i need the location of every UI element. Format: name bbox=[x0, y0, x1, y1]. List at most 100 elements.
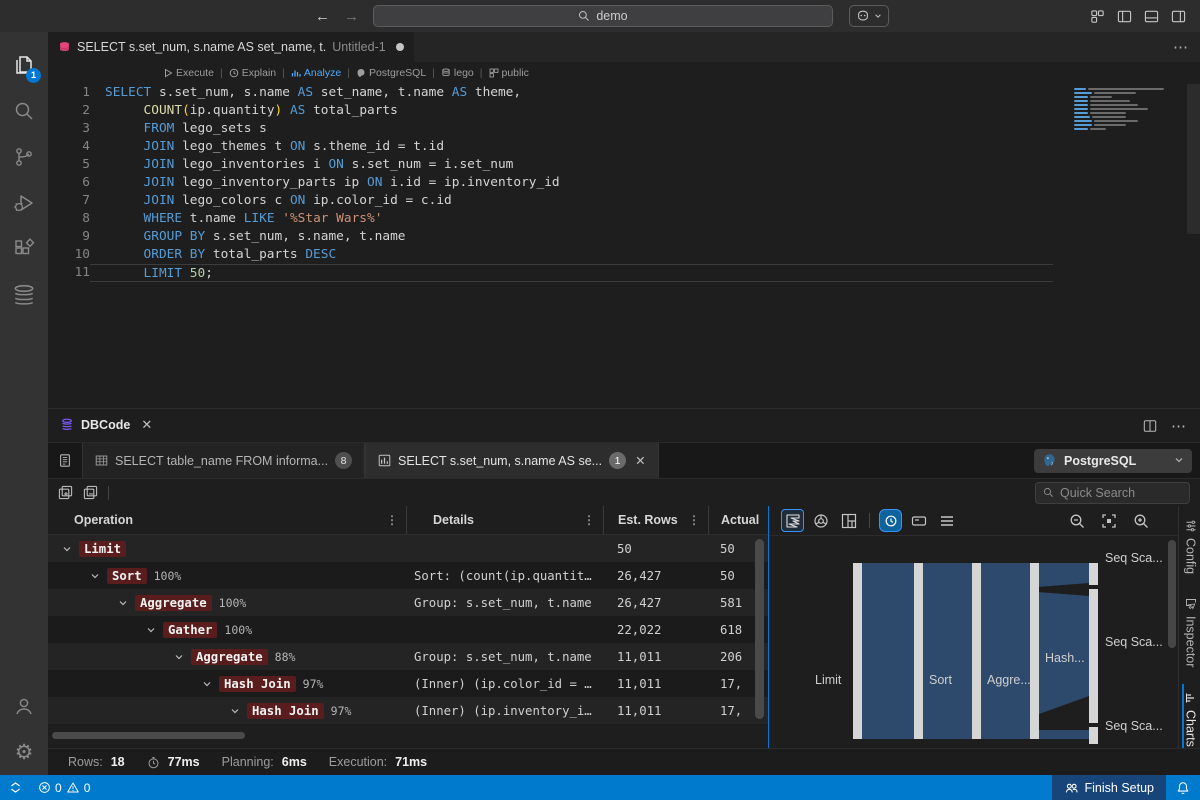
connection-select[interactable]: PostgreSQL bbox=[1034, 449, 1192, 473]
expand-all-icon[interactable] bbox=[58, 485, 73, 500]
quick-search-box[interactable] bbox=[1035, 482, 1190, 504]
minimap[interactable] bbox=[1074, 88, 1184, 132]
chevron-down-icon[interactable] bbox=[90, 571, 100, 581]
modified-dot-icon[interactable] bbox=[396, 43, 404, 51]
column-est-rows[interactable]: Est. Rows⋮ bbox=[603, 506, 708, 534]
editor-actions-more-icon[interactable]: ⋯ bbox=[1173, 32, 1200, 62]
remote-indicator-icon[interactable] bbox=[0, 775, 31, 800]
database-sidebar-icon[interactable] bbox=[0, 272, 48, 318]
toolbar-item-postgresql[interactable]: PostgreSQL bbox=[356, 67, 426, 79]
code-line-6[interactable]: 6 JOIN lego_inventory_parts ip ON i.id =… bbox=[48, 174, 1200, 192]
chart-vertical-scrollbar[interactable] bbox=[1168, 540, 1176, 648]
chevron-down-icon[interactable] bbox=[118, 598, 128, 608]
query-tab-1[interactable]: SELECT table_name FROM informa... 8 bbox=[82, 443, 365, 478]
plan-row-hash-join[interactable]: Hash Join97%(Inner) (ip.color_id = …11,0… bbox=[48, 670, 768, 697]
toolbar-item-analyze[interactable]: Analyze bbox=[291, 67, 341, 79]
line-number: 5 bbox=[48, 156, 90, 174]
zoom-fit-icon[interactable] bbox=[1097, 509, 1120, 532]
chevron-down-icon[interactable] bbox=[174, 652, 184, 662]
config-sliders-icon bbox=[1185, 520, 1197, 532]
editor-scrollbar[interactable] bbox=[1187, 84, 1200, 234]
notebook-icon[interactable] bbox=[48, 443, 82, 478]
column-menu-icon[interactable]: ⋮ bbox=[583, 513, 595, 527]
line-number: 2 bbox=[48, 102, 90, 120]
code-line-9[interactable]: 9 GROUP BY s.set_num, s.name, t.name bbox=[48, 228, 1200, 246]
list-view-icon[interactable] bbox=[935, 509, 958, 532]
column-menu-icon[interactable]: ⋮ bbox=[688, 513, 700, 527]
toggle-panel-icon[interactable] bbox=[1144, 9, 1159, 24]
operation-percent: 100% bbox=[154, 569, 182, 583]
explorer-icon[interactable]: 1 bbox=[0, 42, 48, 88]
chevron-down-icon[interactable] bbox=[62, 544, 72, 554]
code-line-5[interactable]: 5 JOIN lego_inventories i ON s.set_num =… bbox=[48, 156, 1200, 174]
query-tab-2-close-icon[interactable]: ✕ bbox=[635, 453, 645, 468]
panel-close-icon[interactable]: ✕ bbox=[141, 417, 152, 433]
column-operation[interactable]: Operation⋮ bbox=[48, 506, 406, 534]
column-actual[interactable]: Actual bbox=[708, 506, 768, 534]
chevron-down-icon[interactable] bbox=[230, 706, 240, 716]
command-center-search[interactable]: demo bbox=[373, 5, 833, 27]
editor-tab[interactable]: SELECT s.set_num, s.name AS set_name, t.… bbox=[48, 32, 414, 62]
finish-setup-button[interactable]: Finish Setup bbox=[1052, 775, 1166, 800]
toggle-primary-sidebar-icon[interactable] bbox=[1117, 9, 1132, 24]
notifications-bell-icon[interactable] bbox=[1166, 775, 1200, 800]
zoom-out-icon[interactable] bbox=[1065, 509, 1088, 532]
flame-chart-icon[interactable] bbox=[781, 509, 804, 532]
result-status-row: Rows: 18 77ms Planning: 6ms Execution: 7… bbox=[48, 748, 1200, 775]
toolbar-item-public[interactable]: public bbox=[489, 67, 529, 79]
operation-name: Aggregate bbox=[135, 595, 212, 611]
table-horizontal-scrollbar[interactable] bbox=[52, 732, 245, 739]
account-icon[interactable] bbox=[0, 683, 48, 729]
problems-indicator[interactable]: 0 0 bbox=[31, 775, 97, 800]
toggle-secondary-sidebar-icon[interactable] bbox=[1171, 9, 1186, 24]
time-mode-icon[interactable] bbox=[879, 509, 902, 532]
rail-tab-inspector[interactable]: Inspector bbox=[1182, 590, 1198, 675]
extensions-icon[interactable] bbox=[0, 226, 48, 272]
query-tab-2[interactable]: SELECT s.set_num, s.name AS se... 1 ✕ bbox=[365, 443, 659, 478]
code-line-7[interactable]: 7 JOIN lego_colors c ON ip.color_id = c.… bbox=[48, 192, 1200, 210]
toolbar-item-explain[interactable]: Explain bbox=[229, 67, 276, 79]
customize-layout-icon[interactable] bbox=[1090, 9, 1105, 24]
plan-row-gather[interactable]: Gather100%22,022618 bbox=[48, 616, 768, 643]
column-details[interactable]: Details⋮ bbox=[406, 506, 603, 534]
collapse-all-icon[interactable] bbox=[83, 485, 98, 500]
run-debug-icon[interactable] bbox=[0, 180, 48, 226]
back-arrow-icon[interactable]: ← bbox=[315, 8, 330, 25]
column-menu-icon[interactable]: ⋮ bbox=[386, 513, 398, 527]
toolbar-item-execute[interactable]: Execute bbox=[163, 67, 214, 79]
panel-more-icon[interactable]: ⋯ bbox=[1171, 417, 1186, 435]
settings-gear-icon[interactable]: ⚙ bbox=[0, 729, 48, 775]
plan-row-hash-join[interactable]: Hash Join97%(Inner) (ip.inventory_i…11,0… bbox=[48, 697, 768, 724]
zoom-in-icon[interactable] bbox=[1129, 509, 1152, 532]
plan-row-aggregate[interactable]: Aggregate88%Group: s.set_num, t.name11,0… bbox=[48, 643, 768, 670]
forward-arrow-icon[interactable]: → bbox=[344, 8, 359, 25]
code-line-1[interactable]: 1SELECT s.set_num, s.name AS set_name, t… bbox=[48, 84, 1200, 102]
copilot-menu-button[interactable] bbox=[849, 5, 889, 27]
code-line-8[interactable]: 8 WHERE t.name LIKE '%Star Wars%' bbox=[48, 210, 1200, 228]
plan-row-aggregate[interactable]: Aggregate100%Group: s.set_num, t.name26,… bbox=[48, 589, 768, 616]
code-line-11[interactable]: 11 LIMIT 50; bbox=[48, 264, 1200, 282]
chevron-down-icon[interactable] bbox=[202, 679, 212, 689]
sunburst-chart-icon[interactable] bbox=[809, 509, 832, 532]
plan-sankey-chart[interactable]: LimitSortAggre...Hash...Seq Sca...Seq Sc… bbox=[769, 536, 1178, 748]
source-control-icon[interactable] bbox=[0, 134, 48, 180]
rail-tab-charts[interactable]: Charts bbox=[1182, 684, 1198, 755]
treemap-chart-icon[interactable] bbox=[837, 509, 860, 532]
card-view-icon[interactable] bbox=[907, 509, 930, 532]
quick-search-input[interactable] bbox=[1060, 486, 1170, 500]
code-line-2[interactable]: 2 COUNT(ip.quantity) AS total_parts bbox=[48, 102, 1200, 120]
code-line-4[interactable]: 4 JOIN lego_themes t ON s.theme_id = t.i… bbox=[48, 138, 1200, 156]
toolbar-item-lego[interactable]: lego bbox=[441, 67, 474, 79]
sankey-label-1: Sort bbox=[929, 673, 952, 687]
plan-row-sort[interactable]: Sort100%Sort: (count(ip.quantit…26,42750 bbox=[48, 562, 768, 589]
split-panel-icon[interactable] bbox=[1143, 419, 1157, 433]
search-sidebar-icon[interactable] bbox=[0, 88, 48, 134]
chevron-down-icon[interactable] bbox=[146, 625, 156, 635]
code-line-3[interactable]: 3 FROM lego_sets s bbox=[48, 120, 1200, 138]
code-editor[interactable]: 1SELECT s.set_num, s.name AS set_name, t… bbox=[48, 84, 1200, 408]
panel-tab-dbcode[interactable]: DBCode ✕ bbox=[48, 409, 162, 442]
rail-tab-config[interactable]: Config bbox=[1182, 512, 1198, 582]
table-vertical-scrollbar[interactable] bbox=[755, 539, 764, 719]
plan-row-limit[interactable]: Limit5050 bbox=[48, 535, 768, 562]
code-line-10[interactable]: 10 ORDER BY total_parts DESC bbox=[48, 246, 1200, 264]
